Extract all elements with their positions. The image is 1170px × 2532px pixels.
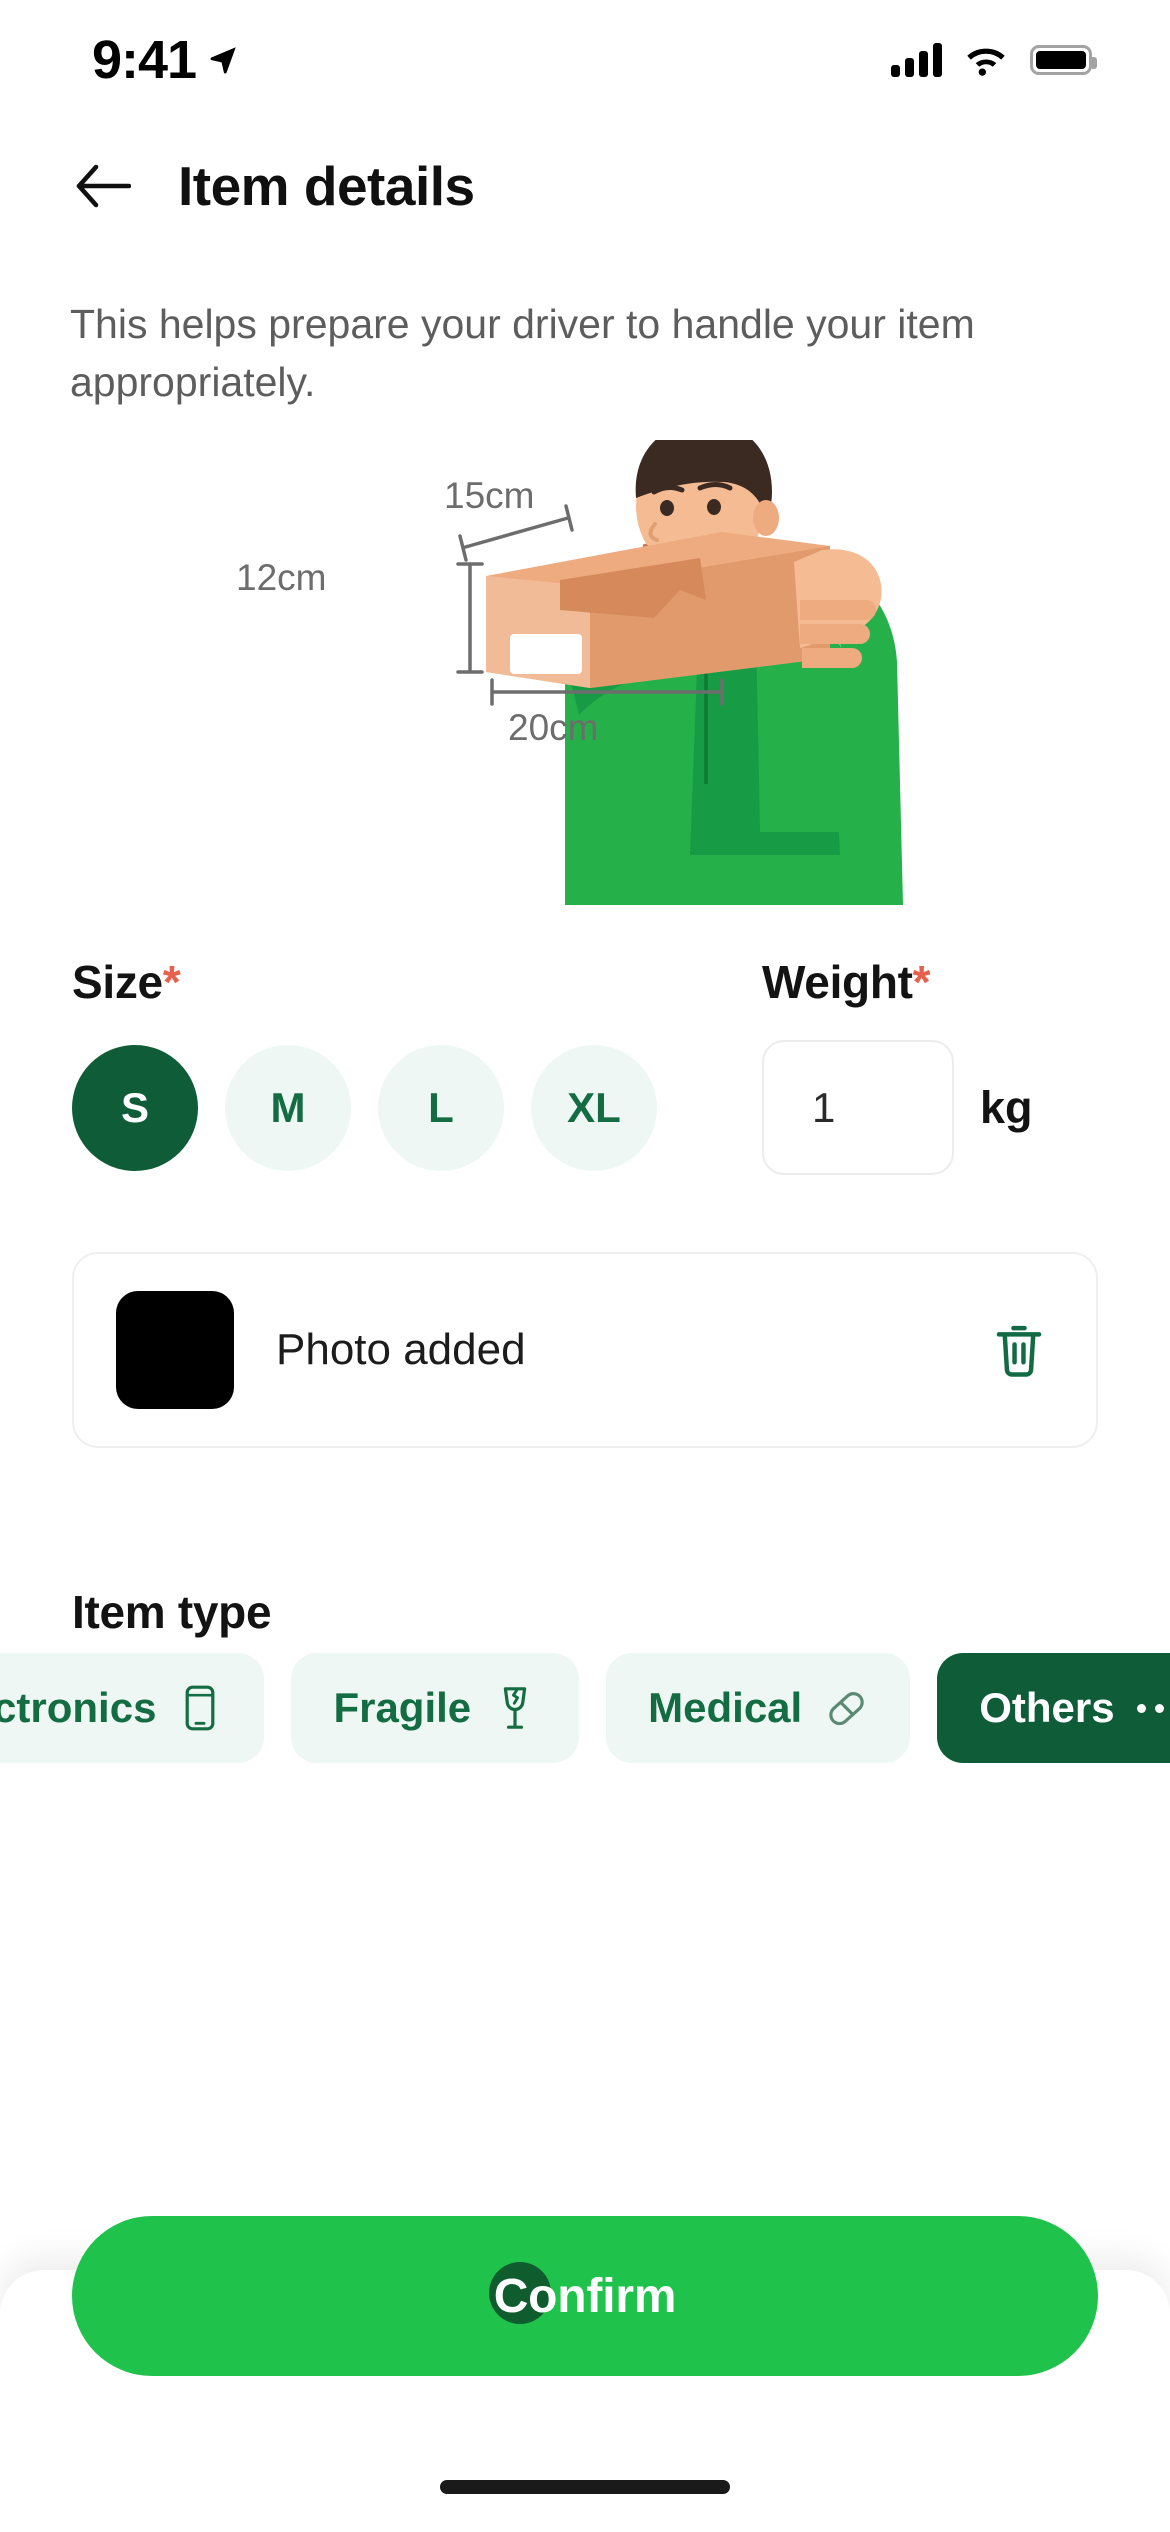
ellipsis-icon [1136,1703,1170,1713]
trash-icon [996,1325,1042,1377]
size-option-l[interactable]: L [378,1044,504,1171]
pill-icon [824,1684,868,1732]
status-time: 9:41 [92,30,197,90]
item-type-medical-label: Medical [648,1684,803,1731]
item-type-others[interactable]: Others [937,1653,1170,1763]
wifi-icon [967,48,1005,76]
size-label: Size* [72,955,762,1009]
delete-photo-button[interactable] [986,1317,1052,1383]
weight-control: 1 kg [762,1040,1033,1175]
home-indicator [440,2480,730,2494]
item-type-fragile-label: Fragile [333,1684,472,1731]
app-screen: 9:41 Item details This helps prepare you… [0,0,1170,2532]
confirm-button[interactable]: Confirm [72,2216,1098,2376]
courier-holding-parcel-illustration: 15cm 12cm 20cm [0,440,1170,905]
status-bar: 9:41 [0,0,1170,120]
size-option-m[interactable]: M [225,1044,351,1171]
item-type-chip-row[interactable]: Electronics Fragile Medical [0,1650,1170,1766]
status-bar-left: 9:41 [92,33,240,87]
dim-depth-text: 15cm [444,475,534,516]
page-title: Item details [178,154,475,217]
phone-icon [178,1684,222,1732]
location-arrow-icon [210,47,236,74]
item-type-electronics[interactable]: Electronics [0,1653,265,1763]
item-type-medical[interactable]: Medical [606,1653,911,1763]
dim-width-text: 20cm [508,707,598,748]
item-type-others-label: Others [979,1684,1115,1731]
item-type-fragile[interactable]: Fragile [291,1653,580,1763]
cellular-signal-icon [891,43,942,77]
weight-label: Weight* [762,955,931,1009]
wine-glass-icon [493,1684,537,1732]
size-option-group: S M L XL [72,1044,762,1171]
size-label-text: Size [72,956,163,1008]
page-subtitle: This helps prepare your driver to handle… [70,301,975,406]
illustration-svg: 15cm 12cm 20cm [236,440,903,905]
status-bar-right [891,43,1097,77]
photo-thumbnail[interactable] [116,1291,234,1409]
photo-status-text: Photo added [276,1325,526,1374]
size-option-s[interactable]: S [72,1044,198,1171]
item-type-electronics-label: Electronics [0,1684,157,1731]
size-required-mark: * [162,956,181,1008]
dim-height-text: 12cm [236,557,326,598]
weight-required-mark: * [912,956,931,1008]
page-header: Item details [0,155,1170,217]
size-option-xl[interactable]: XL [531,1044,657,1171]
photo-added-card[interactable]: Photo added [72,1252,1098,1448]
arrow-left-icon [76,164,131,208]
back-button[interactable] [72,155,134,217]
weight-unit-label: kg [980,1081,1033,1133]
battery-full-icon [1030,45,1097,75]
confirm-button-label: Confirm [493,2269,677,2323]
size-weight-labels: Size* Weight* [0,955,1170,1009]
weight-label-text: Weight [762,956,913,1008]
size-weight-controls: S M L XL 1 kg [0,1040,1170,1175]
weight-input[interactable]: 1 [762,1040,954,1175]
item-type-label: Item type [72,1586,272,1638]
